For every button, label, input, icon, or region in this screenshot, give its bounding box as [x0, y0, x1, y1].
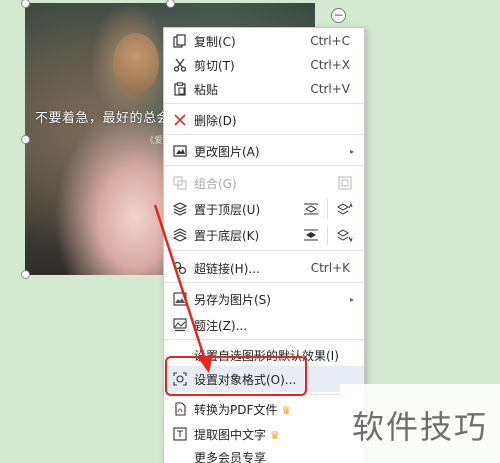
watermark-text: 软件技巧 [352, 408, 489, 446]
